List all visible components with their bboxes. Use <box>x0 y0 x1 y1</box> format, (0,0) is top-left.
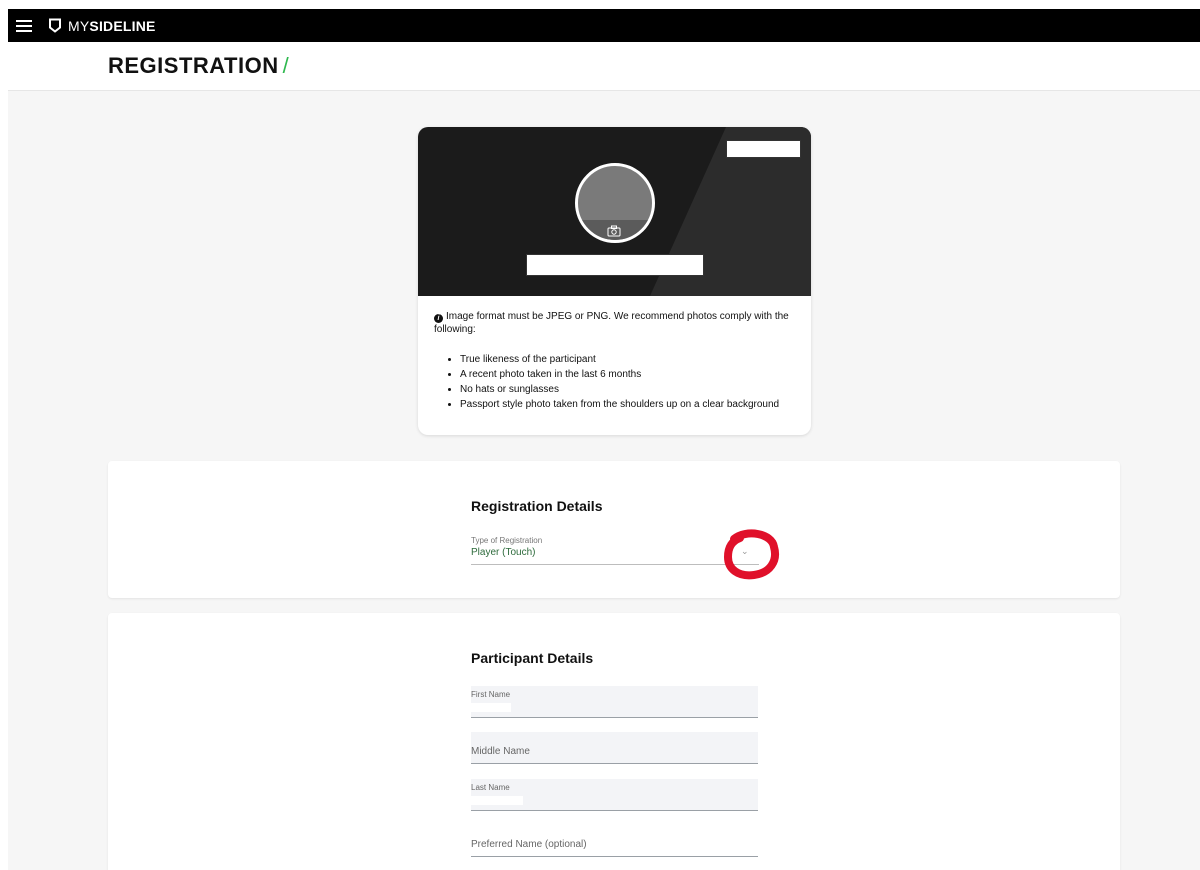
registration-type-value: Player (Touch) <box>471 547 536 558</box>
list-item: A recent photo taken in the last 6 month… <box>460 367 800 382</box>
page-header: REGISTRATION / <box>8 42 1200 91</box>
photo-format-info: i Image format must be JPEG or PNG. We re… <box>434 310 804 336</box>
app-frame: MY SIDELINE REGISTRATION / i Image forma… <box>8 9 1200 870</box>
participant-details-title: Participant Details <box>471 650 594 666</box>
first-name-field[interactable]: First Name <box>471 686 758 718</box>
page-title: REGISTRATION / <box>108 53 289 79</box>
app-logo[interactable]: MY SIDELINE <box>48 18 156 34</box>
last-name-field[interactable]: Last Name <box>471 779 758 811</box>
registration-type-label: Type of Registration <box>471 536 543 545</box>
top-navigation-bar: MY SIDELINE <box>8 9 1200 42</box>
first-name-label: First Name <box>471 690 511 699</box>
registration-details-card: Registration Details Type of Registratio… <box>108 461 1120 598</box>
middle-name-field[interactable]: Middle Name <box>471 732 758 764</box>
middle-name-placeholder: Middle Name <box>471 746 530 757</box>
list-item: Passport style photo taken from the shou… <box>460 397 800 412</box>
redacted-first-name <box>471 703 511 712</box>
profile-photo-card: i Image format must be JPEG or PNG. We re… <box>418 127 811 435</box>
list-item: No hats or sunglasses <box>460 382 800 397</box>
brand-prefix: MY <box>68 17 90 34</box>
preferred-name-field[interactable]: Preferred Name (optional) <box>471 825 758 857</box>
redacted-text-box <box>726 140 801 158</box>
preferred-name-placeholder: Preferred Name (optional) <box>471 839 587 850</box>
registration-details-title: Registration Details <box>471 498 603 514</box>
page-title-separator: / <box>282 53 290 78</box>
registration-type-select[interactable]: Type of Registration Player (Touch) ⌄ <box>471 535 759 565</box>
info-icon: i <box>434 314 443 323</box>
photo-guidelines-list: True likeness of the participant A recen… <box>450 352 800 412</box>
photo-upload-avatar[interactable] <box>575 163 655 243</box>
red-annotation-circle <box>723 529 779 580</box>
camera-icon <box>607 225 621 237</box>
participant-details-card: Participant Details First Name Middle Na… <box>108 613 1120 870</box>
list-item: True likeness of the participant <box>460 352 800 367</box>
shield-icon <box>49 18 61 33</box>
redacted-name-box <box>526 254 704 276</box>
brand-name: SIDELINE <box>89 17 156 34</box>
redacted-last-name <box>471 796 523 805</box>
hamburger-icon[interactable] <box>16 19 32 32</box>
photo-format-text: Image format must be JPEG or PNG. We rec… <box>434 311 789 335</box>
page-title-text: REGISTRATION <box>108 53 279 78</box>
last-name-label: Last Name <box>471 783 510 792</box>
photo-banner <box>418 127 811 296</box>
